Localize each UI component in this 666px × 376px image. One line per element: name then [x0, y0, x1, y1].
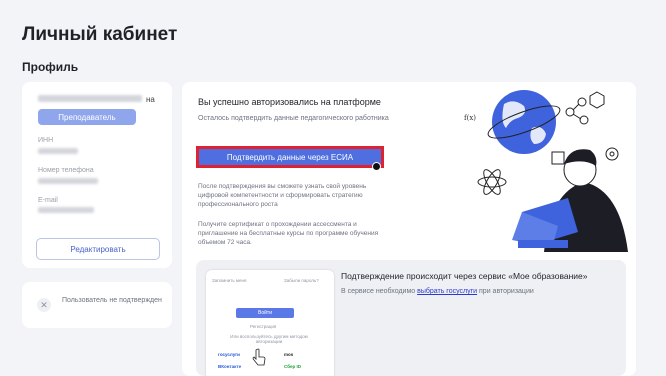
inn-label: ИНН: [38, 137, 54, 144]
sber-logo: Сбер ID: [284, 364, 301, 369]
user-status-text: Пользователь не подтвержден: [62, 297, 162, 304]
register-link: Регистрация: [250, 324, 277, 329]
email-label: E-mail: [38, 197, 58, 204]
service-text: В сервисе необходимо выбрать госуслуги п…: [341, 288, 534, 295]
mos-logo: mos: [284, 352, 294, 357]
user-name-suffix: на: [146, 95, 155, 104]
service-text-suffix: при авторизации: [477, 288, 534, 295]
service-title: Подтверждение происходит через сервис «М…: [341, 271, 588, 281]
info-text-certificate: Получите сертификат о прохождении ассесс…: [198, 221, 379, 246]
mouse-cursor-icon: [372, 162, 381, 171]
auth-success-title: Вы успешно авторизовались на платформе: [198, 97, 381, 107]
preview-login-button: Войти: [236, 308, 294, 318]
gosuslugi-logo: госуслуги: [218, 352, 240, 357]
hand-pointer-icon: [252, 348, 266, 366]
user-status-card: ✕ Пользователь не подтвержден: [22, 282, 172, 328]
page: Личный кабинет Профиль на Преподаватель …: [0, 0, 666, 376]
close-icon: ✕: [37, 298, 51, 312]
atom-icon: [477, 169, 507, 195]
vk-logo: ВКонтакте: [218, 364, 242, 369]
person-reading-figure: [512, 149, 628, 252]
forgot-password-link: Забыли пароль?: [284, 278, 319, 283]
cube-icon: [551, 151, 565, 165]
role-badge: Преподаватель: [38, 109, 136, 125]
molecule-icon: [565, 91, 605, 125]
service-text-prefix: В сервисе необходимо: [341, 288, 418, 295]
phone-value-redacted: [38, 178, 98, 184]
user-name-redacted: [38, 95, 142, 102]
info-text-competence: После подтверждения вы сможете узнать св…: [198, 183, 367, 208]
phone-label: Номер телефона: [38, 167, 94, 174]
inn-value-redacted: [38, 148, 78, 154]
section-title: Профиль: [22, 60, 79, 74]
formula-icon: f(x): [464, 114, 476, 122]
gear-icon: [605, 147, 619, 161]
main-card: Вы успешно авторизовались на платформе О…: [182, 82, 636, 376]
auth-success-subtitle: Осталось подтвердить данные педагогическ…: [198, 115, 389, 122]
profile-card: на Преподаватель ИНН Номер телефона E-ma…: [22, 82, 172, 268]
scholar-illustration: f(x): [464, 90, 628, 252]
service-info-box: Запомнить меня Забыли пароль? Войти Реги…: [196, 260, 626, 376]
confirm-esia-button[interactable]: Подтвердить данные через ЕСИА: [196, 146, 384, 168]
globe-icon: [492, 90, 556, 154]
login-screen-preview: Запомнить меня Забыли пароль? Войти Реги…: [206, 270, 334, 376]
choose-gosuslugi-link[interactable]: выбрать госуслуги: [417, 288, 477, 295]
email-value-redacted: [38, 207, 94, 213]
alt-login-text: Или воспользуйтесь другим методом автори…: [230, 334, 308, 344]
page-title: Личный кабинет: [22, 24, 178, 45]
edit-profile-button[interactable]: Редактировать: [36, 238, 160, 260]
remember-me-label: Запомнить меня: [212, 278, 247, 283]
